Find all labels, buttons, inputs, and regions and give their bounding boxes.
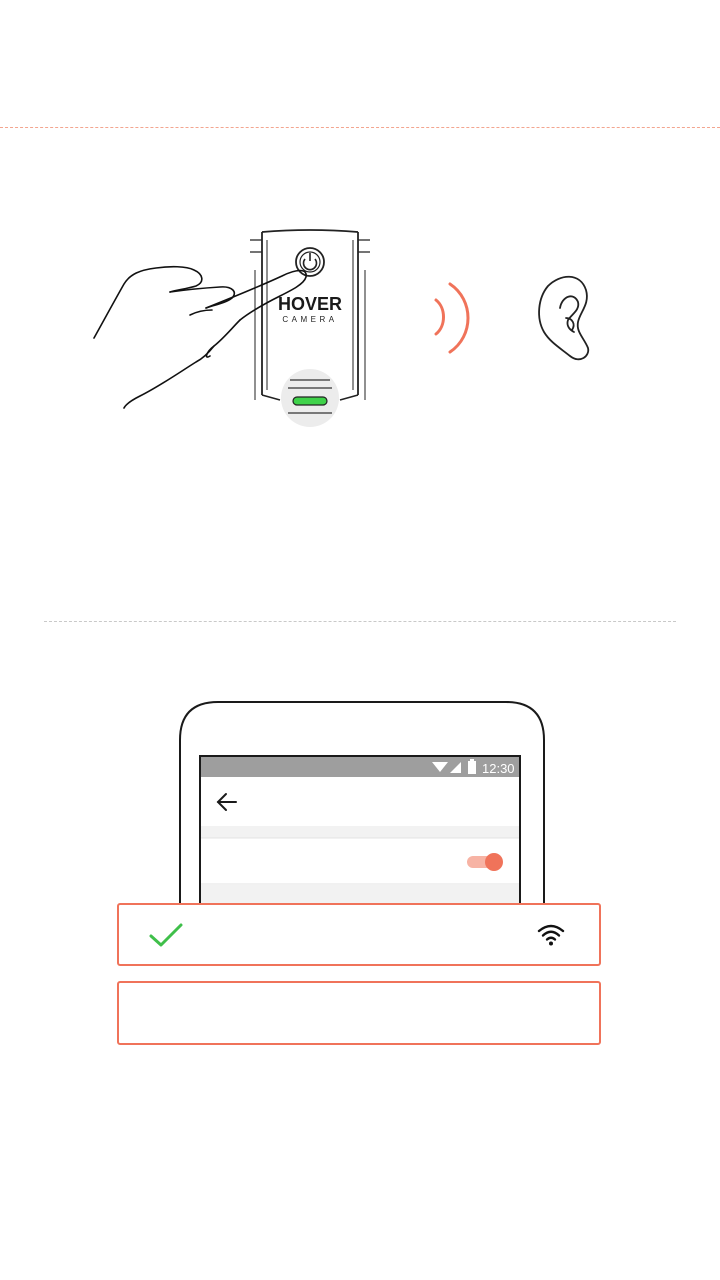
brand-name: HOVER <box>278 294 342 314</box>
power-on-illustration: HOVER CAMERA <box>93 229 590 427</box>
power-icon <box>295 247 325 277</box>
top-divider <box>0 127 720 128</box>
status-time: 12:30 <box>482 761 515 776</box>
check-icon <box>149 923 183 947</box>
wifi-icon <box>537 924 565 946</box>
hover-camera-device: HOVER CAMERA <box>250 229 370 427</box>
sound-wave-icon <box>434 282 470 354</box>
status-led-icon <box>281 369 339 427</box>
network-list-item[interactable] <box>117 981 601 1045</box>
hand-pointer-icon <box>93 265 307 409</box>
section-divider <box>44 621 676 622</box>
ear-icon <box>538 275 590 361</box>
network-list-item-selected[interactable] <box>117 903 601 966</box>
battery-icon <box>468 759 476 774</box>
brand-sub: CAMERA <box>282 315 337 324</box>
